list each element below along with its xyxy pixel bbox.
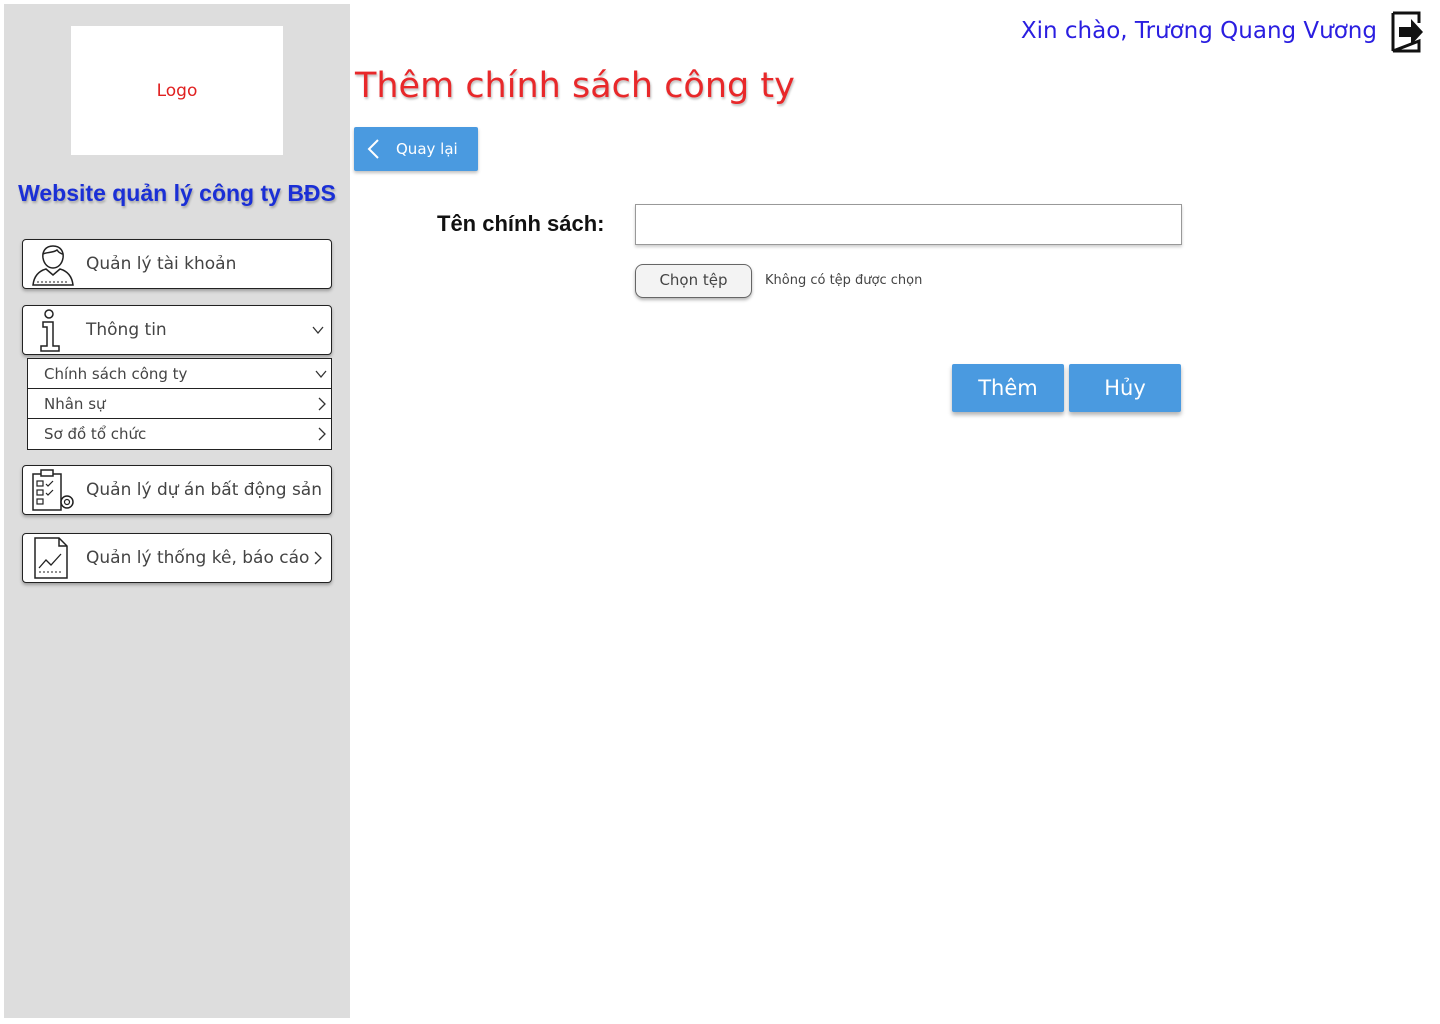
add-button[interactable]: Thêm <box>952 364 1064 412</box>
logo-text: Logo <box>156 80 198 101</box>
chevron-down-icon <box>312 326 324 335</box>
logo: Logo <box>71 26 283 155</box>
menu-info-label: Thông tin <box>86 320 167 340</box>
choose-file-button[interactable]: Chọn tệp <box>635 264 752 298</box>
sidebar: Logo Website quản lý công ty BĐS Quản lý… <box>4 4 350 1018</box>
menu-account-management[interactable]: Quản lý tài khoản <box>22 239 332 289</box>
user-icon <box>32 245 74 286</box>
policy-name-input[interactable] <box>635 204 1182 245</box>
submenu-item-org-chart[interactable]: Sơ đồ tổ chức <box>28 419 331 449</box>
cancel-button[interactable]: Hủy <box>1069 364 1181 412</box>
back-button[interactable]: Quay lại <box>354 127 478 171</box>
submenu-item-label: Sơ đồ tổ chức <box>44 425 147 443</box>
menu-projects-label: Quản lý dự án bất động sản <box>86 480 322 500</box>
submenu-item-label: Chính sách công ty <box>44 365 188 383</box>
submenu-item-label: Nhân sự <box>44 395 106 413</box>
logout-icon[interactable] <box>1389 11 1425 53</box>
chart-document-icon <box>34 537 68 579</box>
submenu-item-personnel[interactable]: Nhân sự <box>28 389 331 419</box>
menu-reports[interactable]: Quản lý thống kê, báo cáo <box>22 533 332 583</box>
policy-name-label: Tên chính sách: <box>437 211 605 236</box>
info-icon <box>40 309 60 352</box>
submenu-item-company-policy[interactable]: Chính sách công ty <box>28 359 331 389</box>
menu-info[interactable]: Thông tin <box>22 305 332 355</box>
file-status-text: Không có tệp được chọn <box>765 273 923 288</box>
page-title: Thêm chính sách công ty <box>355 66 795 106</box>
chevron-left-icon <box>367 139 379 159</box>
clipboard-settings-icon <box>32 469 74 511</box>
menu-account-label: Quản lý tài khoản <box>86 254 237 274</box>
user-greeting: Xin chào, Trương Quang Vương <box>1020 18 1377 44</box>
info-submenu: Chính sách công ty Nhân sự Sơ đồ tổ chức <box>27 358 332 450</box>
back-button-label: Quay lại <box>396 140 458 158</box>
chevron-right-icon <box>314 551 322 565</box>
chevron-right-icon <box>318 427 326 441</box>
site-title: Website quản lý công ty BĐS <box>18 180 336 206</box>
menu-real-estate-projects[interactable]: Quản lý dự án bất động sản <box>22 465 332 515</box>
menu-reports-label: Quản lý thống kê, báo cáo <box>86 548 310 568</box>
chevron-right-icon <box>318 397 326 411</box>
chevron-down-icon <box>315 370 327 379</box>
